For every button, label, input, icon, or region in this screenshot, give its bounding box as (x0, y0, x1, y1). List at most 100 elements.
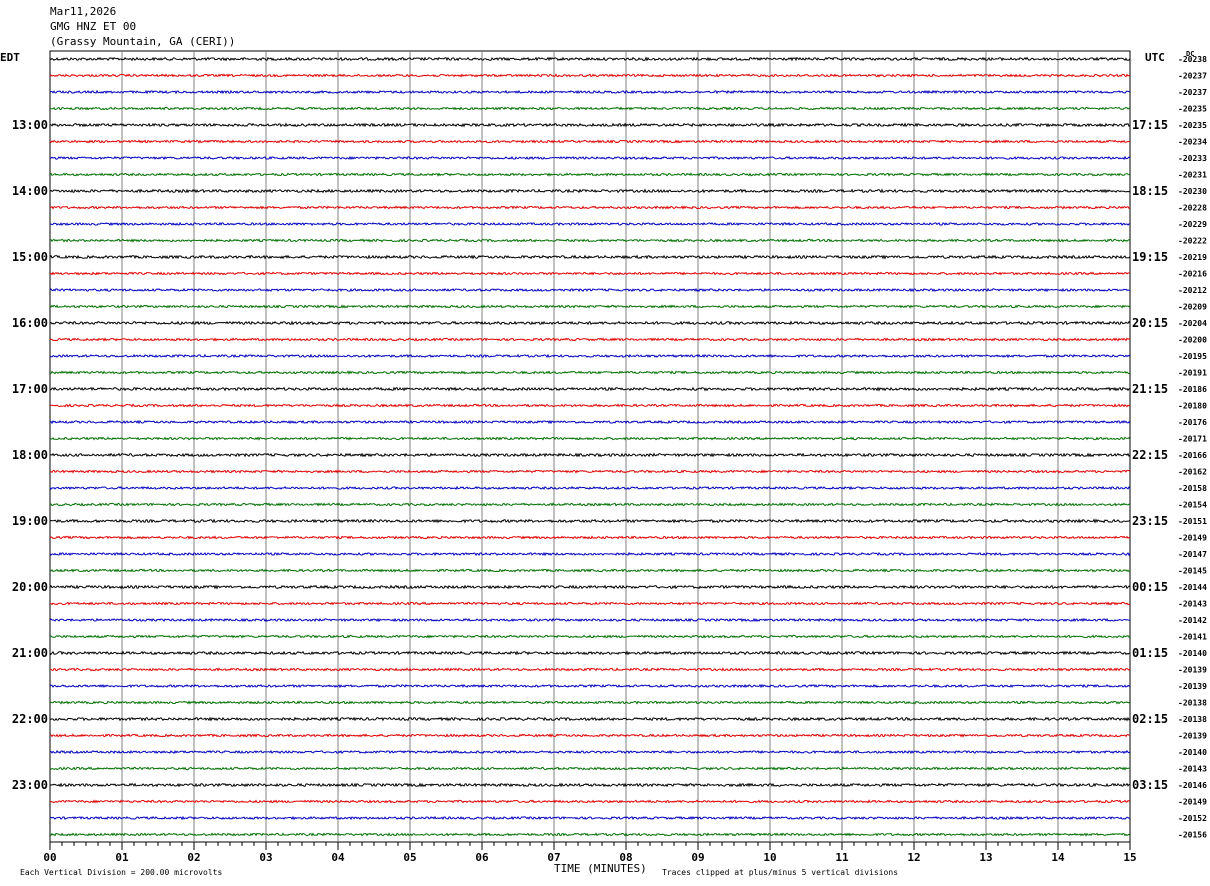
trace-line (49, 502, 1131, 507)
dc-offset-label: -20235 (1178, 121, 1207, 130)
right-hour-label: 17:15 (1132, 118, 1168, 132)
trace-line (49, 436, 1131, 441)
right-hour-label: 23:15 (1132, 514, 1168, 528)
dc-offset-label: -20140 (1178, 748, 1207, 757)
trace-line (49, 749, 1131, 755)
x-tick-label: 06 (475, 851, 489, 864)
dc-offset-label: -20149 (1178, 534, 1207, 543)
dc-offset-label: -20138 (1178, 715, 1207, 724)
dc-offset-label: -20228 (1178, 204, 1207, 213)
x-tick-label: 05 (403, 851, 416, 864)
trace-line (49, 568, 1131, 573)
x-tick-label: 02 (187, 851, 200, 864)
left-hour-label: 21:00 (12, 646, 48, 660)
trace-line (49, 386, 1131, 392)
dc-offset-label: -20144 (1178, 583, 1207, 592)
trace-line (49, 337, 1131, 342)
dc-offset-label: -20158 (1178, 484, 1207, 493)
dc-offset-label: -20180 (1178, 402, 1207, 411)
clip-note: Traces clipped at plus/minus 5 vertical … (662, 868, 899, 877)
trace-line (49, 403, 1131, 408)
trace-line (49, 304, 1131, 309)
trace-line (49, 73, 1131, 78)
left-hour-label: 15:00 (12, 250, 48, 264)
dc-offset-label: -20139 (1178, 682, 1207, 691)
dc-offset-label: -20195 (1178, 352, 1207, 361)
dc-offset-label: -20162 (1178, 468, 1207, 477)
trace-line (49, 650, 1131, 656)
trace-line (49, 469, 1131, 474)
trace-line (49, 518, 1131, 524)
dc-offset-label: -20200 (1178, 336, 1207, 345)
trace-line (49, 716, 1131, 722)
trace-line (49, 667, 1131, 672)
trace-line (50, 221, 1131, 227)
trace-line (49, 287, 1131, 293)
trace-line (49, 535, 1131, 540)
trace-line (49, 617, 1131, 623)
trace-line (49, 172, 1131, 177)
left-hour-label: 19:00 (12, 514, 48, 528)
trace-line (49, 56, 1131, 62)
trace-line (49, 634, 1131, 639)
trace-line (49, 733, 1131, 738)
dc-offset-label: -20143 (1178, 765, 1207, 774)
x-tick-label: 12 (907, 851, 920, 864)
trace-line (49, 188, 1131, 194)
dc-offset-label: -20139 (1178, 732, 1207, 741)
dc-offset-label: -20219 (1178, 253, 1207, 262)
dc-offset-label: -20145 (1178, 567, 1207, 576)
trace-line (49, 551, 1131, 557)
dc-offset-label: -20154 (1178, 501, 1207, 510)
x-tick-label: 03 (259, 851, 272, 864)
dc-offset-label: -20230 (1178, 187, 1207, 196)
dc-offset-label: -20186 (1178, 385, 1207, 394)
right-hour-label: 21:15 (1132, 382, 1168, 396)
right-hour-label: 01:15 (1132, 646, 1168, 660)
dc-offset-label: -20191 (1178, 369, 1207, 378)
x-axis-title: TIME (MINUTES) (554, 862, 647, 875)
dc-offset-label: -20166 (1178, 451, 1207, 460)
right-hour-label: 20:15 (1132, 316, 1168, 330)
edt-label: EDT (0, 51, 20, 64)
x-tick-label: 04 (331, 851, 345, 864)
x-tick-label: 10 (763, 851, 776, 864)
trace-line (49, 122, 1131, 128)
dc-offset-label: -20149 (1178, 798, 1207, 807)
x-tick-label: 01 (115, 851, 129, 864)
right-hour-label: 22:15 (1132, 448, 1168, 462)
plot-frame (49, 50, 1131, 843)
dc-offset-label: -20171 (1178, 435, 1207, 444)
right-hour-label: 03:15 (1132, 778, 1168, 792)
x-tick-label: 00 (43, 851, 56, 864)
trace-line (49, 271, 1131, 276)
dc-offset-label: -20229 (1178, 220, 1207, 229)
dc-offset-label: -20143 (1178, 600, 1207, 609)
x-tick-label: 11 (835, 851, 849, 864)
dc-offset-label: -20234 (1178, 138, 1207, 147)
trace-line (49, 353, 1131, 359)
dc-offset-label: -20176 (1178, 418, 1207, 427)
trace-line (50, 799, 1131, 804)
dc-offset-label: -20156 (1178, 831, 1207, 840)
trace-line (49, 832, 1131, 837)
dc-offset-label: -20152 (1178, 814, 1207, 823)
trace-line (49, 254, 1131, 260)
dc-offset-label: -20212 (1178, 286, 1207, 295)
trace-line (49, 815, 1131, 821)
dc-offset-label: -20141 (1178, 633, 1207, 642)
dc-offset-label: -20231 (1178, 171, 1207, 180)
trace-line (49, 155, 1131, 161)
left-hour-label: 23:00 (12, 778, 48, 792)
dc-offset-label: -20237 (1178, 88, 1207, 97)
trace-line (49, 106, 1131, 111)
right-hour-label: 19:15 (1132, 250, 1168, 264)
dc-offset-label: -20146 (1178, 781, 1207, 790)
left-hour-label: 16:00 (12, 316, 48, 330)
trace-line (49, 700, 1131, 705)
dc-offset-label: -20138 (1178, 699, 1207, 708)
utc-label: UTC (1145, 51, 1165, 64)
dc-offset-label: -20140 (1178, 649, 1207, 658)
x-tick-label: 09 (691, 851, 704, 864)
trace-line (49, 584, 1131, 590)
